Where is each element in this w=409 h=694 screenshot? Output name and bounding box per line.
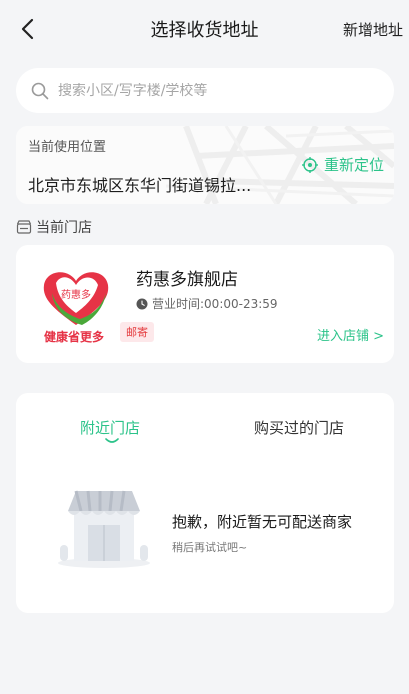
location-label: 当前使用位置	[28, 140, 107, 155]
store-icon	[16, 220, 32, 234]
enter-store-link[interactable]: 进入店铺 >	[317, 325, 384, 344]
relocate-label: 重新定位	[323, 156, 384, 174]
store-hours-text: 营业时间:00:00-23:59	[152, 297, 278, 311]
back-icon[interactable]	[14, 16, 40, 42]
shipping-tag: 邮寄	[120, 322, 154, 342]
location-address: 北京市东城区东华门街道锡拉...	[28, 176, 252, 195]
empty-state-subtitle: 稍后再试试吧~	[172, 541, 248, 554]
tab-purchased-stores[interactable]: 购买过的门店	[254, 417, 344, 438]
nav-bar: 选择收货地址 新增地址	[0, 0, 409, 60]
tab-nearby-stores[interactable]: 附近门店	[80, 417, 140, 438]
clock-icon	[136, 298, 148, 309]
store-list-card: 附近门店 购买过的门店 抱歉，附近暂无可配送商家 稍后再试试吧~	[16, 393, 394, 613]
logo-slogan-text: 健康省更多	[44, 329, 104, 344]
search-icon	[31, 82, 49, 99]
add-address-button[interactable]: 新增地址	[343, 19, 403, 40]
empty-state-title: 抱歉，附近暂无可配送商家	[172, 513, 353, 531]
store-logo: 药惠多 健康省更多	[43, 272, 109, 344]
store-name: 药惠多旗舰店	[136, 270, 238, 290]
empty-store-illustration	[58, 490, 150, 568]
current-store-section-title: 当前门店	[16, 217, 92, 237]
active-tab-indicator	[105, 438, 119, 443]
current-location-card[interactable]: 当前使用位置 北京市东城区东华门街道锡拉... 重新定位	[16, 126, 394, 204]
locate-icon	[301, 156, 318, 173]
search-bar[interactable]	[16, 68, 394, 113]
section-title-label: 当前门店	[36, 220, 92, 236]
current-store-card[interactable]: 药惠多 健康省更多 药惠多旗舰店 营业时间:00:00-23:59 邮寄 进入店…	[16, 245, 394, 363]
search-input[interactable]	[58, 82, 378, 99]
logo-brand-text: 药惠多	[61, 288, 91, 301]
store-hours: 营业时间:00:00-23:59	[136, 295, 278, 312]
relocate-button[interactable]: 重新定位	[301, 154, 384, 175]
